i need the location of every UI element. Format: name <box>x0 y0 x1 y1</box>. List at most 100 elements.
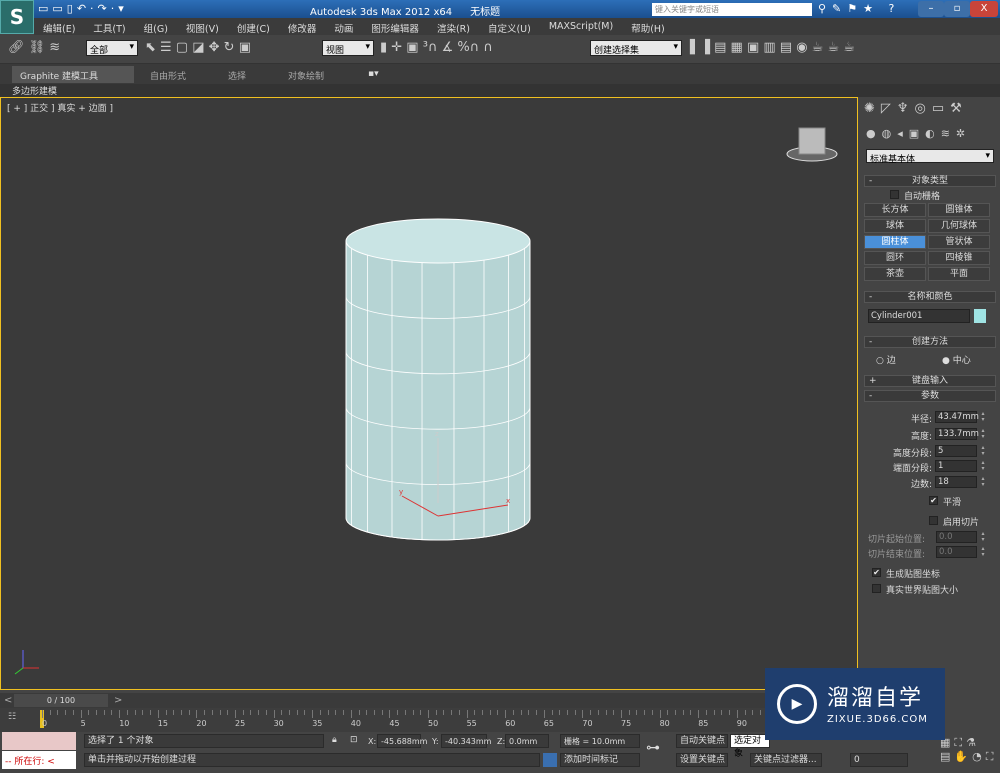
curve-editor-icon[interactable]: ☷ <box>8 712 16 722</box>
slice-from-spinner[interactable]: ▴ ▾ <box>979 531 987 543</box>
radius-spinner[interactable]: ▴ ▾ <box>979 411 987 423</box>
height-spinner[interactable]: ▴ ▾ <box>979 428 987 440</box>
cap-segments-input[interactable]: 1 <box>935 460 977 472</box>
frame-tick <box>96 710 98 715</box>
tab-selection[interactable]: 选择 <box>220 66 254 83</box>
object-type-rollout[interactable]: - 对象类型 <box>864 175 996 187</box>
time-slider-thumb[interactable]: 0 / 100 <box>14 694 108 707</box>
current-frame-input[interactable]: 0 <box>850 753 908 767</box>
slice-from-input[interactable]: 0.0 <box>936 531 977 543</box>
quick-access-toolbar[interactable]: ▭▭▯↶·↷·▾ <box>38 2 128 15</box>
maximize-button[interactable]: ▫ <box>944 1 970 17</box>
keyboard-entry-rollout[interactable]: + 键盘输入 <box>864 375 996 387</box>
sides-input[interactable]: 18 <box>935 476 977 488</box>
polygon-modeling-label[interactable]: 多边形建模 <box>0 87 57 97</box>
teapot-button[interactable]: 茶壶 <box>864 267 926 281</box>
main-toolbar: 🔗︎ ⛓ ≋ 全部 ⬉ ☰ ▢ ◪ ✥ ↻ ▣ 视图 ▮ ✛ ▣ ³∩ ∡ %∩… <box>0 35 1000 64</box>
height-segments-input[interactable]: 5 <box>935 445 977 457</box>
time-tag-icon[interactable] <box>543 753 557 767</box>
menu-views[interactable]: 视图(V) <box>177 18 228 35</box>
radio-center[interactable]: ● 中心 <box>942 353 971 366</box>
sphere-button[interactable]: 球体 <box>864 219 926 233</box>
command-panel-tabs-icons[interactable]: ✺◸♆◎▭⚒ <box>864 101 968 116</box>
parameters-rollout[interactable]: - 参数 <box>864 390 996 402</box>
creation-method-rollout[interactable]: - 创建方法 <box>864 336 996 348</box>
menu-group[interactable]: 组(G) <box>135 18 177 35</box>
primitive-type-dropdown[interactable]: 标准基本体 <box>866 149 994 165</box>
menu-rendering[interactable]: 渲染(R) <box>428 18 479 35</box>
time-slider[interactable]: < 0 / 100 > <box>0 693 858 708</box>
lock-icon[interactable]: 🔒︎ <box>332 735 337 745</box>
height-segments-spinner[interactable]: ▴ ▾ <box>979 445 987 457</box>
radius-input[interactable]: 43.47mm <box>935 411 979 423</box>
minimize-button[interactable]: – <box>918 1 944 17</box>
next-frame-arrow[interactable]: > <box>114 695 122 706</box>
x-coordinate[interactable]: -45.688mm <box>377 734 427 748</box>
set-key-button[interactable]: 设置关键点 <box>676 753 728 767</box>
absolute-mode-icon[interactable]: ⊡ <box>350 735 358 745</box>
create-category-icons[interactable]: ●◍◂▣◐≋✲ <box>866 127 971 140</box>
slice-to-input[interactable]: 0.0 <box>936 546 977 558</box>
selection-filter-dropdown[interactable]: 全部 <box>86 40 138 56</box>
smooth-checkbox[interactable]: ✔ <box>929 496 938 505</box>
close-button[interactable]: X <box>970 1 998 17</box>
frame-tick <box>142 710 144 715</box>
link-icon[interactable]: 🔗︎ ⛓ ≋ <box>8 40 60 60</box>
viewport-navigation-icons[interactable]: ▦⛶⚗ ▤✋◔⛶ <box>940 736 997 764</box>
menu-edit[interactable]: 编辑(E) <box>34 18 84 35</box>
menu-graph-editors[interactable]: 图形编辑器 <box>362 18 428 35</box>
generate-mapping-checkbox[interactable]: ✔ <box>872 568 881 577</box>
selected-object-dropdown[interactable]: 选定对象 <box>730 734 770 759</box>
listener-line[interactable]: -- 所在行: < <box>2 751 76 769</box>
menu-modifiers[interactable]: 修改器 <box>279 18 326 35</box>
menu-maxscript[interactable]: MAXScript(M) <box>540 18 622 35</box>
torus-button[interactable]: 圆环 <box>864 251 926 265</box>
object-color-swatch[interactable] <box>974 309 986 323</box>
set-key-icon[interactable]: ⊶ <box>646 740 660 756</box>
tab-graphite[interactable]: Graphite 建模工具 <box>12 66 134 83</box>
named-selection-dropdown[interactable]: 创建选择集 <box>590 40 682 56</box>
prev-frame-arrow[interactable]: < <box>4 695 12 706</box>
maxscript-listener[interactable] <box>2 732 76 750</box>
object-name-input[interactable]: Cylinder001 <box>868 309 970 323</box>
render-tools-icons[interactable]: ▌▐ ▤ ▦ ▣ ▥ ▤ ◉ ☕ ☕ ☕ <box>690 40 855 60</box>
radio-edge[interactable]: ○ 边 <box>876 353 896 366</box>
menu-customize[interactable]: 自定义(U) <box>479 18 540 35</box>
menu-create[interactable]: 创建(C) <box>228 18 279 35</box>
slice-on-checkbox[interactable] <box>929 516 938 525</box>
snap-tools-icons[interactable]: ▮ ✛ ▣ ³∩ ∡ %∩ ∩ <box>380 40 493 60</box>
slice-to-spinner[interactable]: ▴ ▾ <box>979 546 987 558</box>
cap-segments-spinner[interactable]: ▴ ▾ <box>979 460 987 472</box>
auto-grid-checkbox[interactable] <box>890 190 899 199</box>
z-coordinate[interactable]: 0.0mm <box>505 734 549 748</box>
perspective-viewport[interactable]: [ + ] 正交 ] 真实 + 边面 ] z y x <box>0 97 858 690</box>
frame-tick <box>389 710 391 718</box>
real-world-map-checkbox[interactable] <box>872 584 881 593</box>
tab-object-paint[interactable]: 对象绘制 <box>280 66 332 83</box>
height-input[interactable]: 133.7mm <box>935 428 979 440</box>
geosphere-button[interactable]: 几何球体 <box>928 219 990 233</box>
app-logo-button[interactable]: S <box>0 0 34 34</box>
select-tools-icons[interactable]: ⬉ ☰ ▢ ◪ ✥ ↻ ▣ <box>145 40 251 60</box>
add-time-tag[interactable]: 添加时间标记 <box>560 753 640 767</box>
reference-coordinate-dropdown[interactable]: 视图 <box>322 40 374 56</box>
cylinder-button[interactable]: 圆柱体 <box>864 235 926 249</box>
y-coordinate[interactable]: -40.343mm <box>441 734 491 748</box>
pyramid-button[interactable]: 四棱锥 <box>928 251 990 265</box>
sides-spinner[interactable]: ▴ ▾ <box>979 476 987 488</box>
menu-animation[interactable]: 动画 <box>325 18 362 35</box>
info-center-icons[interactable]: ⚲✎⚑★ ? <box>818 2 900 15</box>
tab-freeform[interactable]: 自由形式 <box>142 66 194 83</box>
auto-key-button[interactable]: 自动关键点 <box>676 734 728 748</box>
cone-button[interactable]: 圆锥体 <box>928 203 990 217</box>
key-filters-button[interactable]: 关键点过滤器... <box>750 753 822 767</box>
menu-help[interactable]: 帮助(H) <box>622 18 674 35</box>
tube-button[interactable]: 管状体 <box>928 235 990 249</box>
ribbon-options-icon[interactable]: ▪▾ <box>360 66 387 83</box>
menu-tools[interactable]: 工具(T) <box>84 18 134 35</box>
box-button[interactable]: 长方体 <box>864 203 926 217</box>
track-bar[interactable]: ☷ 0 5 10 15 20 25 30 35 40 45 50 55 60 65 70 75 80 85 90 <box>0 708 858 732</box>
plane-button[interactable]: 平面 <box>928 267 990 281</box>
search-input[interactable]: 键入关键字或短语 <box>652 3 812 16</box>
name-color-rollout[interactable]: - 名称和颜色 <box>864 291 996 303</box>
